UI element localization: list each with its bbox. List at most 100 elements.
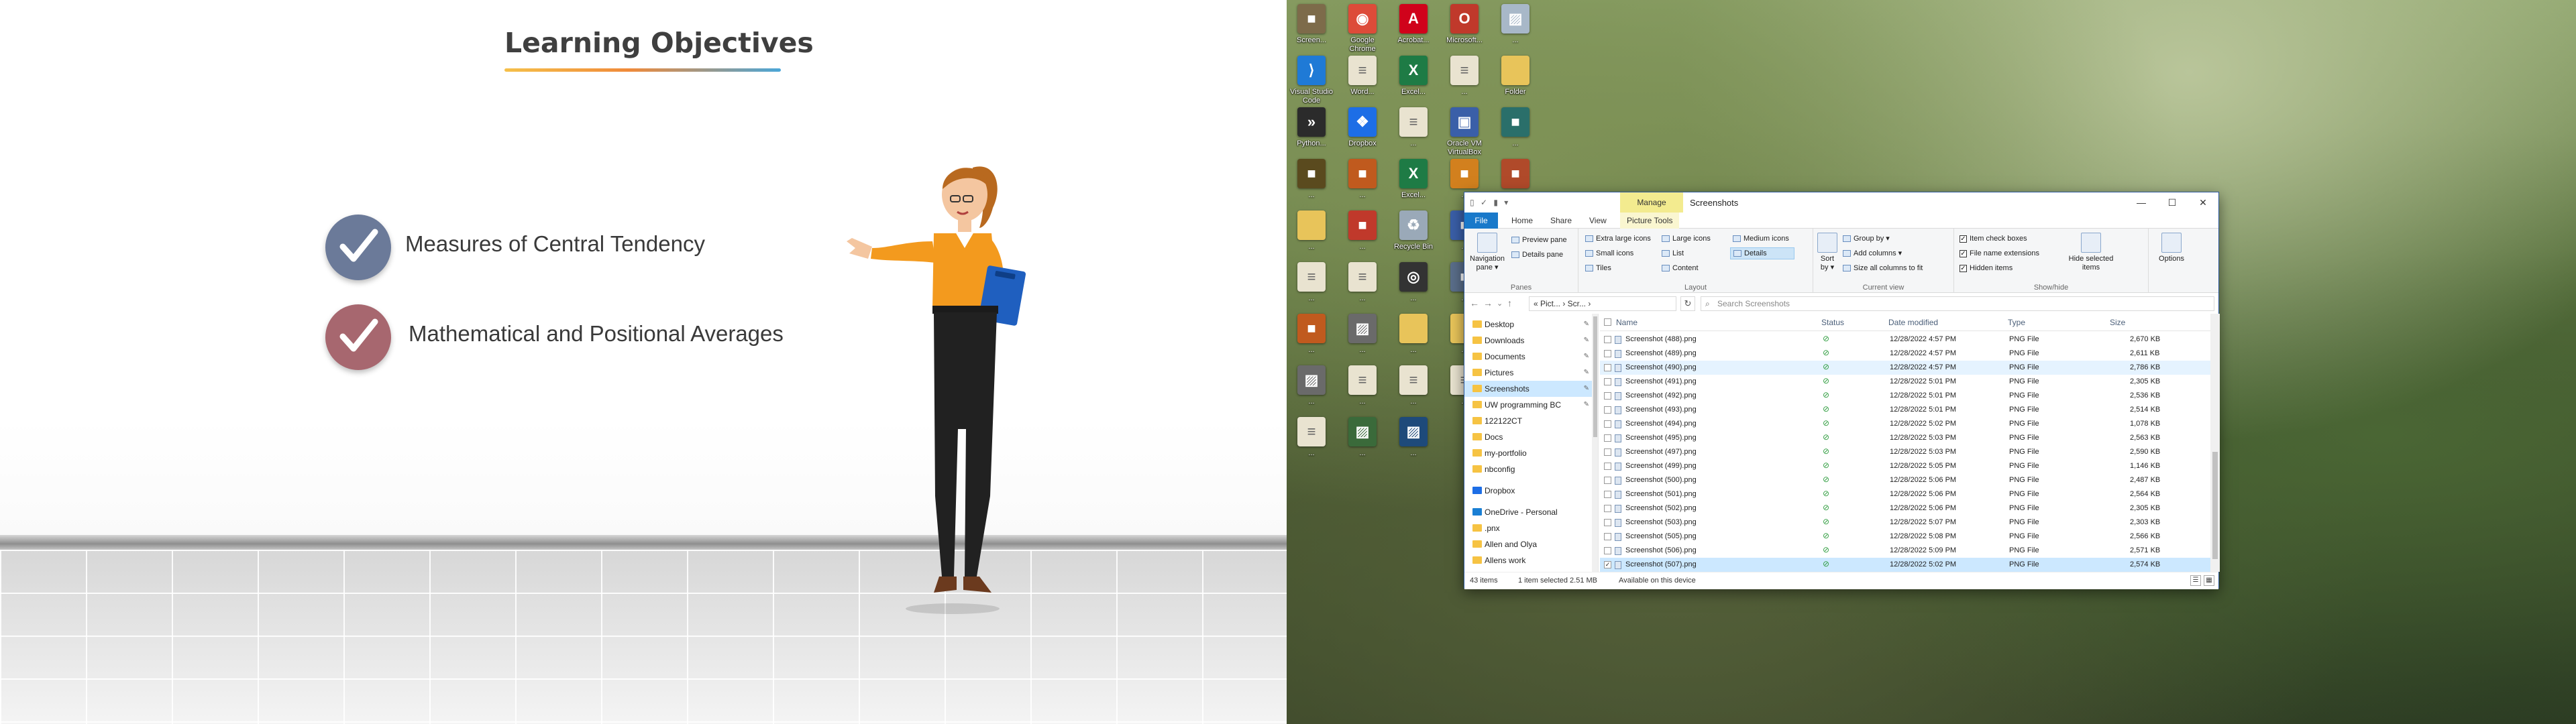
file-row[interactable]: Screenshot (492).png ⊘ 12/28/2022 5:01 PM P…	[1600, 389, 2210, 403]
desktop-icon[interactable]: ≡...	[1288, 417, 1335, 476]
file-row[interactable]: Screenshot (501).png ⊘ 12/28/2022 5:06 PM P…	[1600, 487, 2210, 501]
desktop-icon[interactable]: ■...	[1288, 159, 1335, 218]
desktop-icon[interactable]: A Acrobat...	[1390, 4, 1437, 63]
desktop-icon[interactable]: ■...	[1339, 159, 1386, 218]
nav-scrollbar[interactable]	[1592, 314, 1598, 572]
nav-item[interactable]: OneDrive - Personal	[1464, 504, 1592, 520]
desktop-icon[interactable]: ...	[1390, 314, 1437, 373]
column-type[interactable]: Type	[2008, 318, 2025, 327]
file-list-scroll-thumb[interactable]	[2212, 452, 2218, 559]
desktop-icon[interactable]: ◉ Google Chrome	[1339, 4, 1386, 63]
desktop-icon[interactable]: ◎...	[1390, 262, 1437, 321]
row-checkbox[interactable]	[1604, 392, 1611, 400]
file-explorer-window[interactable]: ▯ ✓ ▮ ▾ Manage Screenshots — ☐ ✕ File Ho…	[1464, 192, 2220, 589]
desktop-icon[interactable]: ♻ Recycle Bin	[1390, 210, 1437, 269]
layout-details[interactable]: Details	[1730, 247, 1794, 259]
column-name[interactable]: Name	[1616, 318, 1638, 327]
row-checkbox[interactable]	[1604, 519, 1611, 526]
file-row[interactable]: Screenshot (493).png ⊘ 12/28/2022 5:01 PM P…	[1600, 403, 2210, 417]
quick-access-toolbar[interactable]: ▯ ✓ ▮ ▾	[1470, 198, 1510, 207]
tab-home[interactable]: Home	[1505, 213, 1540, 229]
select-all-checkbox[interactable]	[1604, 318, 1611, 326]
hide-selected-items-button[interactable]: Hide selected items	[2064, 233, 2118, 272]
options-button[interactable]: Options	[2153, 233, 2190, 263]
nav-item[interactable]: UW programming BC ✎	[1464, 397, 1592, 413]
desktop-icon[interactable]: ▣ Oracle VM VirtualBox	[1441, 107, 1488, 166]
nav-item[interactable]: Screenshots ✎	[1464, 381, 1592, 397]
file-row[interactable]: Screenshot (490).png ⊘ 12/28/2022 4:57 PM P…	[1600, 361, 2210, 375]
desktop-icon[interactable]: ≡ Word...	[1339, 56, 1386, 115]
row-checkbox[interactable]	[1604, 364, 1611, 371]
back-arrow-icon[interactable]: ←	[1470, 298, 1479, 308]
layout-list[interactable]: List	[1662, 249, 1684, 258]
nav-item[interactable]: my-portfolio	[1464, 445, 1592, 461]
maximize-button[interactable]: ☐	[2157, 192, 2188, 213]
file-row[interactable]: Screenshot (497).png ⊘ 12/28/2022 5:03 PM P…	[1600, 445, 2210, 459]
layout-extra-large-icons[interactable]: Extra large icons	[1585, 234, 1651, 243]
desktop-icon[interactable]: ≡...	[1339, 365, 1386, 424]
navigation-pane-button[interactable]: Navigation pane ▾	[1467, 233, 1507, 272]
layout-large-icons[interactable]: Large icons	[1662, 234, 1711, 243]
preview-pane-button[interactable]: Preview pane	[1511, 235, 1567, 245]
row-checkbox[interactable]	[1604, 336, 1611, 343]
row-checkbox[interactable]	[1604, 477, 1611, 484]
row-checkbox[interactable]	[1604, 420, 1611, 428]
nav-item[interactable]: Allen and Olya	[1464, 536, 1592, 552]
desktop-icon[interactable]: ■...	[1339, 210, 1386, 269]
nav-item[interactable]: Allens work	[1464, 552, 1592, 568]
column-date-modified[interactable]: Date modified	[1888, 318, 1938, 327]
nav-item[interactable]: Dropbox	[1464, 483, 1592, 499]
address-box[interactable]: « Pict... › Scr... ›	[1529, 296, 1676, 311]
row-checkbox[interactable]	[1604, 463, 1611, 470]
file-row[interactable]: Screenshot (489).png ⊘ 12/28/2022 4:57 PM P…	[1600, 347, 2210, 361]
desktop-icon[interactable]: ≡...	[1339, 262, 1386, 321]
file-row[interactable]: Screenshot (491).png ⊘ 12/28/2022 5:01 PM P…	[1600, 375, 2210, 389]
file-row[interactable]: Screenshot (494).png ⊘ 12/28/2022 5:02 PM P…	[1600, 417, 2210, 431]
size-all-columns-button[interactable]: Size all columns to fit	[1843, 263, 1923, 273]
nav-scroll-thumb[interactable]	[1593, 316, 1597, 437]
nav-item[interactable]: Documents ✎	[1464, 349, 1592, 365]
hidden-items-checkbox[interactable]: Hidden items	[1960, 263, 2012, 273]
nav-item[interactable]: nbconfig	[1464, 461, 1592, 477]
manage-contextual-tab[interactable]: Manage	[1620, 192, 1683, 213]
desktop-icon[interactable]: O Microsoft...	[1441, 4, 1488, 63]
row-checkbox[interactable]	[1604, 406, 1611, 414]
file-row[interactable]: Screenshot (502).png ⊘ 12/28/2022 5:06 PM P…	[1600, 501, 2210, 516]
column-size[interactable]: Size	[2110, 318, 2125, 327]
row-checkbox[interactable]	[1604, 378, 1611, 385]
nav-item[interactable]: Desktop ✎	[1464, 316, 1592, 333]
desktop-icon[interactable]: ❖ Dropbox	[1339, 107, 1386, 166]
desktop-icon[interactable]: ▨...	[1390, 417, 1437, 476]
desktop-icon[interactable]: ≡...	[1441, 56, 1488, 115]
file-row[interactable]: ✓ Screenshot (507).png ⊘ 12/28/2022 5:02 PM…	[1600, 558, 2210, 572]
tab-picture-tools[interactable]: Picture Tools	[1620, 213, 1680, 229]
desktop-icon[interactable]: X Excel...	[1390, 56, 1437, 115]
desktop-icon[interactable]: ≡...	[1288, 262, 1335, 321]
row-checkbox[interactable]	[1604, 533, 1611, 540]
refresh-icon[interactable]: ↻	[1680, 296, 1695, 311]
row-checkbox[interactable]	[1604, 434, 1611, 442]
nav-item[interactable]: 122122CT	[1464, 413, 1592, 429]
row-checkbox[interactable]	[1604, 491, 1611, 498]
desktop-icon[interactable]: ▨...	[1492, 4, 1539, 63]
minimize-button[interactable]: —	[2126, 192, 2157, 213]
up-arrow-icon[interactable]: ↑	[1507, 298, 1512, 308]
forward-arrow-icon[interactable]: →	[1483, 298, 1493, 308]
sort-by-button[interactable]: Sort by ▾	[1816, 233, 1839, 272]
desktop-icon[interactable]: ≡...	[1390, 365, 1437, 424]
desktop-icon[interactable]: ■ Screen...	[1288, 4, 1335, 63]
desktop-icon[interactable]: ▨...	[1339, 314, 1386, 373]
file-row[interactable]: Screenshot (503).png ⊘ 12/28/2022 5:07 PM P…	[1600, 516, 2210, 530]
add-columns-button[interactable]: Add columns ▾	[1843, 249, 1902, 258]
file-row[interactable]: Screenshot (505).png ⊘ 12/28/2022 5:08 PM P…	[1600, 530, 2210, 544]
desktop-icon[interactable]: » Python...	[1288, 107, 1335, 166]
item-check-boxes-checkbox[interactable]: Item check boxes	[1960, 234, 2027, 243]
nav-item[interactable]: Downloads ✎	[1464, 333, 1592, 349]
desktop-icon[interactable]: ■...	[1492, 107, 1539, 166]
row-checkbox[interactable]	[1604, 505, 1611, 512]
row-checkbox[interactable]	[1604, 547, 1611, 554]
desktop-icon[interactable]: Folder	[1492, 56, 1539, 115]
row-checkbox[interactable]: ✓	[1604, 561, 1611, 568]
tab-view[interactable]: View	[1582, 213, 1613, 229]
desktop-icon[interactable]: ■...	[1288, 314, 1335, 373]
